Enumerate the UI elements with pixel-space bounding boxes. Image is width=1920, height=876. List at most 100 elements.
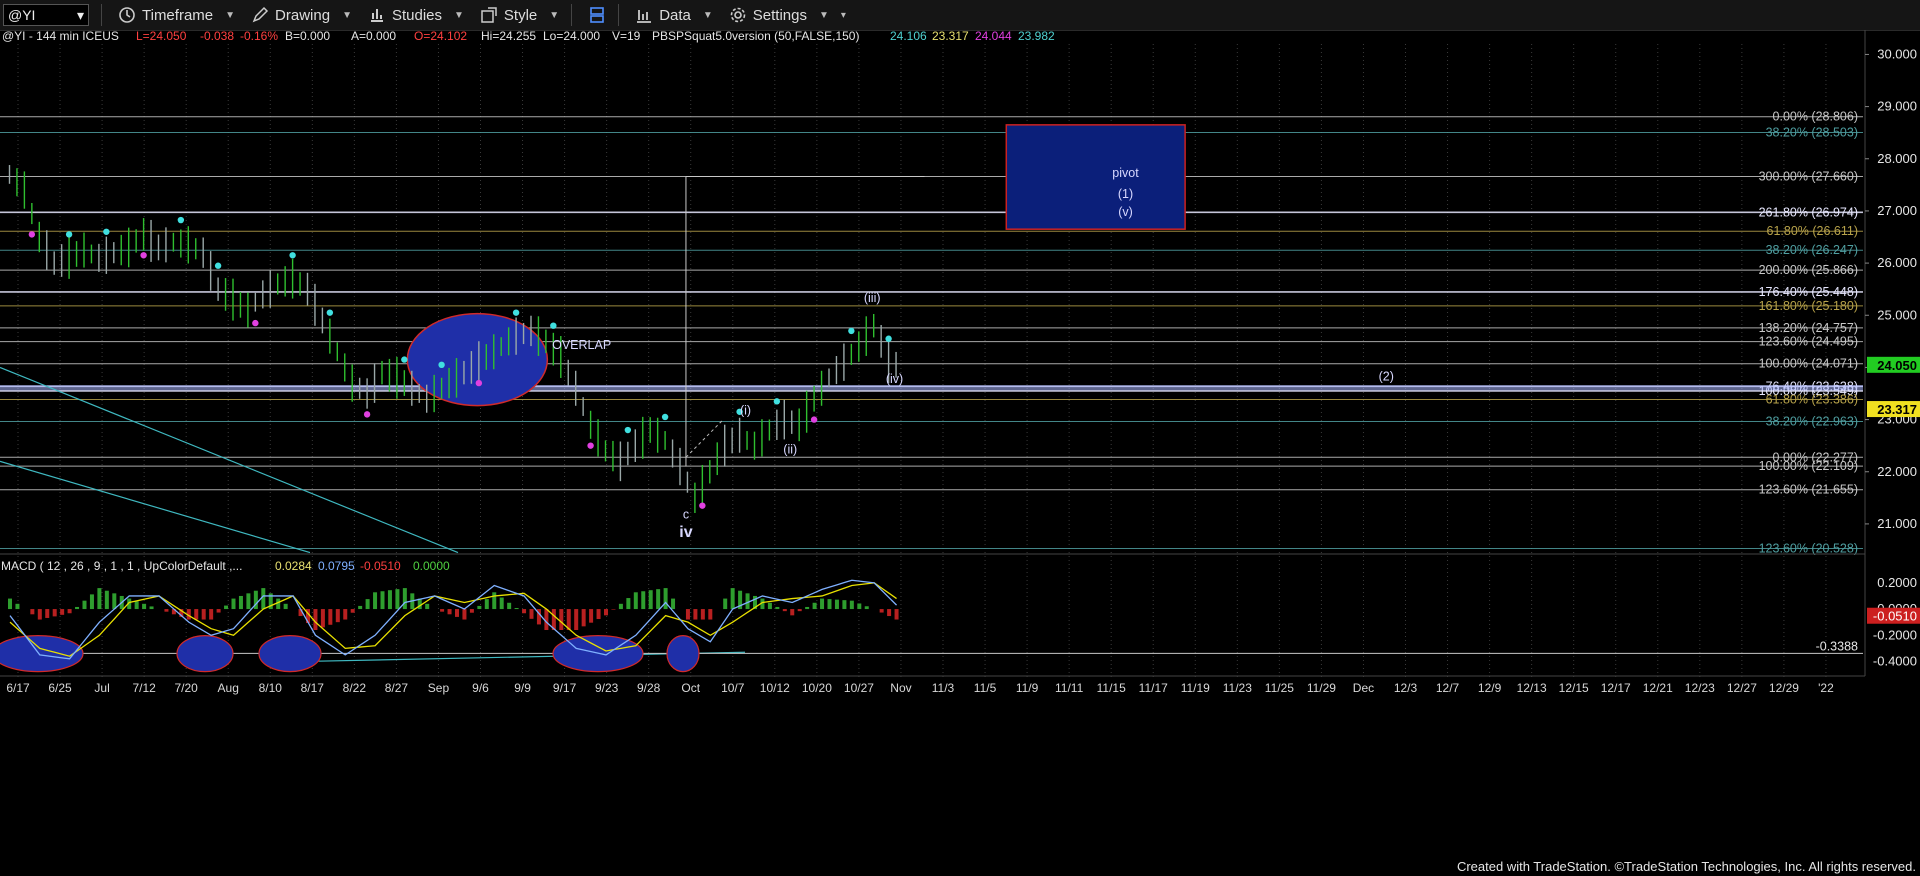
studies-menu[interactable]: Studies ▼ xyxy=(368,6,464,24)
macd-histogram-bar xyxy=(60,609,65,615)
x-tick-label: 10/7 xyxy=(721,681,745,695)
caret-icon: ▼ xyxy=(454,9,464,21)
macd-histogram-bar xyxy=(343,609,348,620)
x-tick-label: 11/15 xyxy=(1097,681,1126,695)
macd-histogram-bar xyxy=(373,592,378,610)
x-tick-label: 10/12 xyxy=(760,681,790,695)
x-tick-label: 8/22 xyxy=(343,681,367,695)
clock-icon xyxy=(119,7,135,23)
macd-histogram-bar xyxy=(469,609,474,613)
y-tick-label: 28.000 xyxy=(1877,151,1917,166)
fib-label: 100.00% (24.071) xyxy=(1759,357,1858,371)
signal-dot xyxy=(103,228,110,235)
macd-histogram-bar xyxy=(447,609,452,615)
macd-histogram-bar xyxy=(887,609,892,617)
overflow-caret-icon[interactable]: ▾ xyxy=(841,10,846,21)
wave-label: c xyxy=(683,508,689,522)
info-line: @YI - 144 min ICEUS L=24.050 -0.038 -0.1… xyxy=(1,30,1055,573)
info-vol: V=19 xyxy=(612,30,641,43)
pencil-icon xyxy=(252,6,269,23)
overlap-ellipse xyxy=(406,312,549,407)
macd-histogram-bar xyxy=(805,606,810,610)
macd-histogram-bar xyxy=(820,598,825,610)
layout-button[interactable] xyxy=(588,6,606,24)
x-tick-label: 7/20 xyxy=(175,681,199,695)
macd-histogram-bar xyxy=(767,602,772,610)
symbol-selector[interactable]: @YI ▾ xyxy=(3,4,89,26)
macd-histogram-bar xyxy=(440,609,445,612)
x-tick-label: 12/7 xyxy=(1436,681,1460,695)
symbol-text: @YI xyxy=(8,7,36,23)
y-tick-label: 26.000 xyxy=(1877,255,1917,270)
trendline xyxy=(0,366,459,554)
info-study-v2: 23.317 xyxy=(932,30,969,43)
drawing-menu[interactable]: Drawing ▼ xyxy=(251,6,352,24)
wave-label: (ii) xyxy=(783,442,797,456)
x-tick-label: 6/17 xyxy=(6,681,30,695)
caret-icon: ▼ xyxy=(702,9,713,21)
toolbar: @YI ▾ Timeframe ▼ Drawing ▼ Studies ▼ Style… xyxy=(0,0,1920,31)
macd-histogram-bar xyxy=(37,609,42,620)
macd-histogram-bar xyxy=(30,609,35,615)
chevron-down-icon: ▾ xyxy=(76,6,84,23)
info-title: @YI - 144 min ICEUS xyxy=(2,30,119,43)
x-tick-label: 9/9 xyxy=(514,681,531,695)
style-menu[interactable]: Style ▼ xyxy=(480,6,559,24)
macd-histogram-bar xyxy=(656,589,661,610)
timeframe-menu[interactable]: Timeframe ▼ xyxy=(118,6,235,24)
macd-signal-line xyxy=(9,582,897,657)
y-tick-label: 22.000 xyxy=(1877,464,1917,479)
fib-label: 123.60% (24.495) xyxy=(1759,335,1858,349)
info-study: PBSPSquat5.0version (50,FALSE,150) xyxy=(652,30,859,43)
info-low: Lo=24.000 xyxy=(543,30,600,43)
macd-histogram-bar xyxy=(283,603,288,610)
x-tick-label: 9/6 xyxy=(472,681,489,695)
macd-histogram-bar xyxy=(864,606,869,610)
macd-histogram-bar xyxy=(335,609,340,623)
macd-histogram-bar xyxy=(782,609,787,612)
fib-label: 138.20% (24.757) xyxy=(1759,321,1858,335)
signal-dot xyxy=(885,335,892,342)
signal-dot xyxy=(28,231,36,238)
wave-label: (iii) xyxy=(864,291,881,305)
wave-label: (i) xyxy=(740,403,751,417)
macd-histogram-bar xyxy=(514,608,519,610)
macd-histogram-bar xyxy=(790,609,795,616)
settings-menu[interactable]: Settings ▼ ▾ xyxy=(729,6,846,24)
study-value-badge: 23.317 xyxy=(1877,402,1917,417)
x-tick-label: 9/23 xyxy=(595,681,619,695)
wave-label: (iv) xyxy=(886,372,903,386)
signal-dot xyxy=(587,442,594,449)
macd-histogram-bar xyxy=(894,609,899,620)
fib-label: 0.00% (28.806) xyxy=(1773,110,1858,124)
fib-label: 123.60% (20.528) xyxy=(1759,542,1858,556)
macd-histogram-bar xyxy=(75,606,80,610)
fib-label: 61.80% (26.611) xyxy=(1767,224,1859,238)
macd-histogram-bar xyxy=(45,609,50,618)
data-menu[interactable]: Data ▼ xyxy=(635,6,713,24)
x-tick-label: Sep xyxy=(428,681,450,695)
pivot-zone[interactable] xyxy=(1005,124,1186,230)
fib-label: 38.20% (26.247) xyxy=(1766,243,1858,257)
macd-histogram-bar xyxy=(626,598,631,610)
macd-histogram-bar xyxy=(246,593,251,610)
x-tick-label: 12/13 xyxy=(1517,681,1547,695)
signal-dot xyxy=(289,252,296,259)
x-tick-label: '22 xyxy=(1818,681,1834,695)
studies-label: Studies xyxy=(391,6,443,24)
macd-histogram-bar xyxy=(320,609,325,628)
signal-dot xyxy=(252,319,259,327)
caret-icon: ▼ xyxy=(342,9,352,21)
price-chart[interactable]: 0.00% (28.806) 38.20% (28.503) 300.00% (27… xyxy=(0,30,1920,876)
x-tick-label: 11/3 xyxy=(932,681,955,695)
macd-histogram-bar xyxy=(633,592,638,610)
macd-line xyxy=(9,579,898,660)
macd-histogram-bar xyxy=(261,588,266,610)
macd-histogram-bar xyxy=(484,599,489,610)
x-tick-label: Oct xyxy=(681,681,700,695)
info-bid: B=0.000 xyxy=(285,30,330,43)
wave-label: (v) xyxy=(1118,205,1133,219)
fib-label: 176.40% (25.448) xyxy=(1759,285,1858,299)
macd-histogram-bar xyxy=(89,594,94,610)
gear-icon xyxy=(730,7,746,23)
